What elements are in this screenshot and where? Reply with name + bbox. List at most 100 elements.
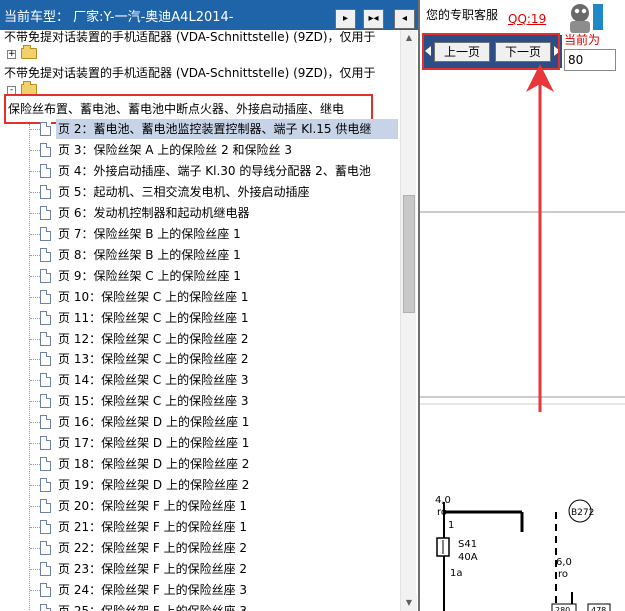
tree-page-item[interactable]: 页 14：保险丝架 C 上的保险丝座 3 xyxy=(58,370,249,391)
tree-guide-line xyxy=(29,124,30,611)
page-icon xyxy=(40,248,51,262)
tree-node-label: 不带免提对话装置的手机适配器 (VDA-Schnittstelle) (9ZD)… xyxy=(4,66,376,80)
page-icon xyxy=(40,332,51,346)
page-icon xyxy=(40,436,51,450)
tree-guide-branch xyxy=(30,359,40,360)
scroll-arrow-down-icon[interactable]: ▼ xyxy=(401,595,417,611)
tree-page-item[interactable]: 页 24：保险丝架 F 上的保险丝座 3 xyxy=(58,580,247,601)
tree-node-phone-adapter[interactable]: 不带免提对话装置的手机适配器 (VDA-Schnittstelle) (9ZD)… xyxy=(4,63,376,84)
tree-page-label: 页 2：蓄电池、蓄电池监控装置控制器、端子 Kl.15 供电继 xyxy=(58,122,372,136)
tree-page-item[interactable]: 页 16：保险丝架 D 上的保险丝座 1 xyxy=(58,412,249,433)
customer-service-label: 您的专职客服 xyxy=(426,8,499,22)
tree-page-label: 页 17：保险丝架 D 上的保险丝座 1 xyxy=(58,436,250,450)
tree-page-item[interactable]: 页 19：保险丝架 D 上的保险丝座 2 xyxy=(58,475,249,496)
page-icon xyxy=(40,311,51,325)
tree-guide-branch xyxy=(30,590,40,591)
qq-link[interactable]: QQ:19 xyxy=(508,12,546,26)
page-icon xyxy=(40,394,51,408)
tree-page-label: 页 19：保险丝架 D 上的保险丝座 2 xyxy=(58,478,250,492)
tree-page-item[interactable]: 页 21：保险丝架 F 上的保险丝座 1 xyxy=(58,517,247,538)
tree-page-item[interactable]: 页 15：保险丝架 C 上的保险丝座 3 xyxy=(58,391,249,412)
tree-page-item[interactable]: 页 10：保险丝架 C 上的保险丝座 1 xyxy=(58,287,249,308)
tree-page-label: 页 5：起动机、三相交流发电机、外接启动插座 xyxy=(58,185,310,199)
fuse-rating: 40A xyxy=(458,552,478,563)
page-number-input[interactable] xyxy=(564,49,616,71)
wiring-diagram: 4,0 ro 1 S41 40A 1a 6,0 ro B272 280 478 xyxy=(420,72,625,611)
vertical-scrollbar[interactable]: ▲ ▼ xyxy=(400,30,417,611)
tree-page-item[interactable]: 页 3：保险丝架 A 上的保险丝 2 和保险丝 3 xyxy=(58,140,292,161)
tree-guide-branch xyxy=(30,192,40,193)
tree-page-item[interactable]: 页 13：保险丝架 C 上的保险丝座 2 xyxy=(58,349,249,370)
expand-icon[interactable]: + xyxy=(7,50,16,59)
tree-page-item[interactable]: 页 5：起动机、三相交流发电机、外接启动插座 xyxy=(58,182,309,203)
page-icon xyxy=(40,520,51,534)
tree-page-item[interactable]: 页 22：保险丝架 F 上的保险丝座 2 xyxy=(58,538,247,559)
tree-node-label: 不带免提对话装置的手机适配器 (VDA-Schnittstelle) (9ZD)… xyxy=(4,30,376,44)
tree-guide-branch xyxy=(30,548,40,549)
tree-page-label: 页 25：保险丝架 F 上的保险丝座 3 xyxy=(58,604,248,611)
tree-page-label: 页 11：保险丝架 C 上的保险丝座 1 xyxy=(58,311,249,325)
tree-page-label: 页 18：保险丝架 D 上的保险丝座 2 xyxy=(58,457,250,471)
page-icon xyxy=(40,206,51,220)
tree-guide-branch xyxy=(30,339,40,340)
split-panel-button[interactable]: ▸◂ xyxy=(363,9,384,29)
tree-page-item[interactable]: 页 2：蓄电池、蓄电池监控装置控制器、端子 Kl.15 供电继 xyxy=(58,119,371,140)
page-icon xyxy=(40,541,51,555)
tree-guide-branch xyxy=(30,150,40,151)
box1-label: 280 xyxy=(555,606,570,611)
scrollbar-thumb[interactable] xyxy=(403,195,415,313)
tree-page-label: 页 12：保险丝架 C 上的保险丝座 2 xyxy=(58,332,249,346)
tree-panel: 当前车型： 厂家:Y-一汽-奥迪A4L2014- ▸ ▸◂ ◂ 不带免提对话装置… xyxy=(0,0,418,611)
tree-guide-branch xyxy=(30,401,40,402)
tree-page-item[interactable]: 页 6：发动机控制器和起动机继电器 xyxy=(58,203,249,224)
tree-guide-branch xyxy=(30,569,40,570)
tree-page-item[interactable]: 页 8：保险丝架 B 上的保险丝座 1 xyxy=(58,245,241,266)
folder-icon xyxy=(21,45,37,59)
tree-page-item[interactable]: 页 4：外接启动插座、端子 Kl.30 的导线分配器 2、蓄电池 xyxy=(58,161,371,182)
tree-page-item[interactable]: 页 7：保险丝架 B 上的保险丝座 1 xyxy=(58,224,241,245)
tree-page-label: 页 6：发动机控制器和起动机继电器 xyxy=(58,206,250,220)
tree-guide-branch xyxy=(30,129,40,130)
tree-page-item[interactable]: 页 23：保险丝架 F 上的保险丝座 2 xyxy=(58,559,247,580)
tree-page-label: 页 14：保险丝架 C 上的保险丝座 3 xyxy=(58,373,249,387)
page-icon xyxy=(40,499,51,513)
tree-page-label: 页 9：保险丝架 C 上的保险丝座 1 xyxy=(58,269,241,283)
tree-node-partial[interactable]: 不带免提对话装置的手机适配器 (VDA-Schnittstelle) (9ZD)… xyxy=(4,27,376,48)
current-car-label: 当前车型： 厂家:Y-一汽-奥迪A4L2014- xyxy=(4,10,234,25)
tree-guide-branch xyxy=(30,234,40,235)
current-page-label: 当前为 xyxy=(564,33,601,47)
page-icon xyxy=(40,122,51,136)
expand-panel-button[interactable]: ▸ xyxy=(335,9,356,29)
page-icon xyxy=(40,583,51,597)
tree-guide-branch xyxy=(30,276,40,277)
tree-page-item[interactable]: 页 18：保险丝架 D 上的保险丝座 2 xyxy=(58,454,249,475)
page-icon xyxy=(40,457,51,471)
tree-guide-branch xyxy=(30,213,40,214)
page-icon xyxy=(40,164,51,178)
tree-page-item[interactable]: 页 9：保险丝架 C 上的保险丝座 1 xyxy=(58,266,241,287)
tree-page-label: 页 10：保险丝架 C 上的保险丝座 1 xyxy=(58,290,249,304)
tree-page-label: 页 24：保险丝架 F 上的保险丝座 3 xyxy=(58,583,248,597)
page-icon xyxy=(40,373,51,387)
tree-page-label: 页 15：保险丝架 C 上的保险丝座 3 xyxy=(58,394,249,408)
tree-page-item[interactable]: 页 12：保险丝架 C 上的保险丝座 2 xyxy=(58,329,249,350)
page-icon xyxy=(40,269,51,283)
tree-page-item[interactable]: 页 17：保险丝架 D 上的保险丝座 1 xyxy=(58,433,249,454)
tree-page-item[interactable]: 页 11：保险丝架 C 上的保险丝座 1 xyxy=(58,308,249,329)
page-icon xyxy=(40,290,51,304)
tree-page-item[interactable]: 页 25：保险丝架 F 上的保险丝座 3 xyxy=(58,601,247,611)
title-bar: 当前车型： 厂家:Y-一汽-奥迪A4L2014- ▸ ▸◂ ◂ xyxy=(0,0,418,30)
wire1-size: 4,0 xyxy=(435,495,451,506)
tree-guide-branch xyxy=(30,506,40,507)
tree-guide-branch xyxy=(30,422,40,423)
collapse-panel-button[interactable]: ◂ xyxy=(394,9,415,29)
tree-page-label: 页 16：保险丝架 D 上的保险丝座 1 xyxy=(58,415,250,429)
tree-guide-branch xyxy=(30,255,40,256)
tree-page-item[interactable]: 页 20：保险丝架 F 上的保险丝座 1 xyxy=(58,496,247,517)
fuse-pin-top: 1 xyxy=(448,520,454,531)
tree-page-label: 页 8：保险丝架 B 上的保险丝座 1 xyxy=(58,248,241,262)
page-icon xyxy=(40,143,51,157)
page-icon xyxy=(40,562,51,576)
fuse-name: S41 xyxy=(458,539,477,550)
scroll-arrow-up-icon[interactable]: ▲ xyxy=(401,30,417,46)
